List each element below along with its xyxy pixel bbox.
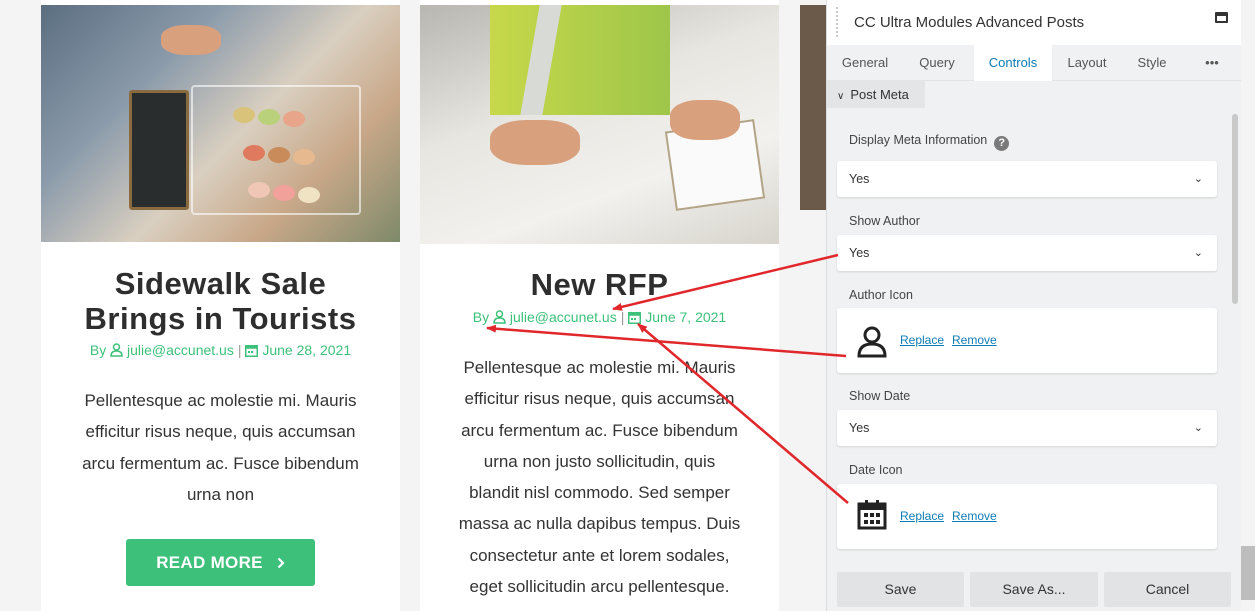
post-title-line: Sidewalk Sale (114, 266, 327, 301)
excerpt-line: blandit nisl commodo. Sed semper (469, 483, 730, 503)
post-title-line: Brings in Tourists (84, 301, 357, 336)
excerpt-line: eget sollicitudin arcu pellentesque. (469, 577, 730, 597)
by-label: By (472, 309, 490, 325)
calendar-icon (628, 312, 642, 324)
excerpt-line: Pellentesque ac molestie mi. Mauris (84, 391, 357, 410)
display-meta-label: Display Meta Information? (849, 133, 1010, 151)
excerpt-line: efficitur risus neque, quis accumsan (464, 389, 735, 409)
post-author-link[interactable]: julie@accunet.us (127, 342, 234, 358)
macaron (273, 185, 295, 201)
replace-author-icon-link[interactable]: Replace (900, 333, 944, 347)
post-author-link[interactable]: julie@accunet.us (510, 309, 617, 325)
more-tabs-icon[interactable]: ••• (1192, 45, 1232, 81)
excerpt-line: Pellentesque ac molestie mi. Mauris (463, 358, 736, 377)
display-meta-label-text: Display Meta Information (849, 133, 988, 147)
macaron (248, 182, 270, 198)
date-icon-field: Replace Remove (837, 484, 1217, 549)
tab-layout[interactable]: Layout (1052, 45, 1122, 81)
safety-vest (490, 5, 670, 115)
excerpt-line: arcu fermentum ac. Fusce bibendum (461, 420, 738, 440)
macaron (283, 111, 305, 127)
post-image-macarons[interactable] (41, 5, 400, 242)
user-icon (493, 310, 506, 324)
excerpt-line: efficitur risus neque, quis accumsan (85, 422, 356, 442)
chevron-down-icon: ∨ (837, 91, 845, 102)
macaron (233, 107, 255, 123)
read-more-label: READ MORE (156, 552, 263, 572)
select-value: Yes (849, 246, 870, 260)
excerpt-line: consectetur ante et lorem sodales, (469, 545, 730, 565)
post-title[interactable]: Sidewalk Sale Brings in Tourists (41, 266, 400, 336)
save-button[interactable]: Save (837, 572, 964, 607)
remove-date-icon-link[interactable]: Remove (952, 509, 997, 523)
author-icon-field: Replace Remove (837, 308, 1217, 373)
replace-date-icon-link[interactable]: Replace (900, 509, 944, 523)
post-card: New RFP By julie@accunet.us | June 7, 202… (420, 0, 779, 611)
section-title: Post Meta (850, 87, 909, 102)
calendar-icon (245, 345, 259, 357)
post-title[interactable]: New RFP (420, 267, 779, 302)
excerpt-line: urna non justo sollicitudin, quis (483, 451, 716, 471)
section-post-meta[interactable]: ∨ Post Meta (827, 81, 925, 108)
user-icon (110, 343, 123, 357)
panel-title: CC Ultra Modules Advanced Posts (854, 14, 1085, 31)
select-value: Yes (849, 421, 870, 435)
display-meta-select[interactable]: Yes ⌄ (837, 161, 1217, 197)
post-excerpt: Pellentesque ac molestie mi. Mauris effi… (61, 385, 380, 510)
tab-controls[interactable]: Controls (974, 45, 1052, 81)
excerpt-line: arcu fermentum ac. Fusce bibendum (82, 453, 359, 473)
macaron (243, 145, 265, 161)
post-image-worker[interactable] (420, 5, 779, 244)
panel-header[interactable]: CC Ultra Modules Advanced Posts (827, 0, 1241, 45)
user-icon (857, 326, 887, 358)
help-icon[interactable]: ? (994, 136, 1010, 151)
post-date: June 28, 2021 (262, 342, 352, 358)
macaron (258, 109, 280, 125)
show-author-select[interactable]: Yes ⌄ (837, 235, 1217, 271)
meta-separator: | (237, 342, 242, 358)
calendar-icon (857, 500, 887, 530)
chalkboard-sign (129, 90, 189, 210)
tab-general[interactable]: General (830, 45, 900, 81)
post-meta: By julie@accunet.us | June 7, 2021 (420, 309, 779, 325)
excerpt-line: urna non (186, 484, 255, 504)
chevron-down-icon: ⌄ (1193, 173, 1203, 185)
settings-panel: CC Ultra Modules Advanced Posts General … (826, 0, 1241, 611)
hand (670, 100, 740, 140)
show-date-select[interactable]: Yes ⌄ (837, 410, 1217, 446)
post-meta: By julie@accunet.us | June 28, 2021 (41, 342, 400, 358)
show-author-label: Show Author (849, 214, 920, 228)
panel-footer: Save Save As... Cancel (827, 559, 1241, 611)
select-value: Yes (849, 172, 870, 186)
remove-author-icon-link[interactable]: Remove (952, 333, 997, 347)
chevron-down-icon: ⌄ (1193, 247, 1203, 259)
chevron-right-icon (277, 557, 285, 568)
tab-query[interactable]: Query (900, 45, 974, 81)
macaron (268, 147, 290, 163)
by-label: By (89, 342, 107, 358)
page-scrollbar[interactable] (1241, 546, 1255, 600)
maximize-icon[interactable] (1215, 12, 1228, 23)
hand (490, 120, 580, 165)
cancel-button[interactable]: Cancel (1104, 572, 1231, 607)
post-excerpt: Pellentesque ac molestie mi. Mauris effi… (440, 352, 759, 602)
hand (161, 25, 221, 55)
panel-tabs: General Query Controls Layout Style ••• (827, 45, 1241, 81)
meta-separator: | (620, 309, 625, 325)
show-date-label: Show Date (849, 389, 911, 403)
macaron (293, 149, 315, 165)
panel-scrollbar[interactable] (1232, 114, 1238, 304)
save-as-button[interactable]: Save As... (970, 572, 1098, 607)
macaron-display (191, 85, 361, 215)
post-date: June 7, 2021 (645, 309, 727, 325)
macaron (298, 187, 320, 203)
chevron-down-icon: ⌄ (1193, 422, 1203, 434)
date-icon-label: Date Icon (849, 463, 903, 477)
post-card: Sidewalk Sale Brings in Tourists By juli… (41, 0, 400, 611)
drag-handle-icon[interactable] (836, 7, 840, 37)
read-more-button[interactable]: READ MORE (126, 539, 315, 586)
author-icon-label: Author Icon (849, 288, 913, 302)
tab-style[interactable]: Style (1122, 45, 1182, 81)
excerpt-line: massa ac nulla dapibus tempus. Duis (458, 514, 741, 534)
